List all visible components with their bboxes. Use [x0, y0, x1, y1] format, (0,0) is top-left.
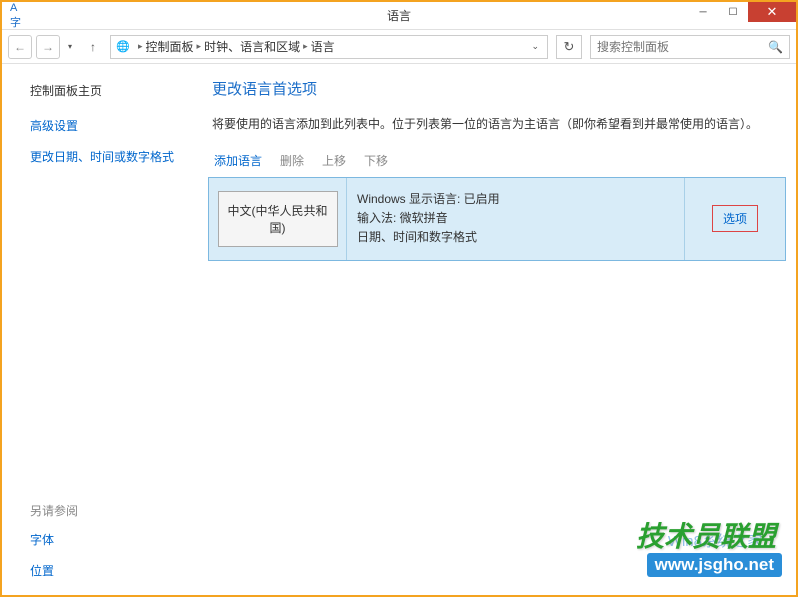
back-button[interactable]: ←: [8, 35, 32, 59]
search-input[interactable]: [597, 40, 768, 54]
breadcrumb-item[interactable]: 时钟、语言和区域: [204, 38, 300, 55]
titlebar: A字 语言 ─ ☐ ✕: [2, 2, 796, 30]
sidebar-home[interactable]: 控制面板主页: [30, 82, 206, 99]
search-box[interactable]: 🔍: [590, 35, 790, 59]
sidebar-link-location[interactable]: 位置: [30, 562, 206, 579]
add-language-button[interactable]: 添加语言: [214, 152, 262, 169]
window-title: 语言: [387, 7, 411, 24]
up-button[interactable]: ↑: [83, 37, 103, 57]
ime-line: 输入法: 微软拼音: [357, 209, 674, 228]
breadcrumb-item[interactable]: 语言: [311, 38, 335, 55]
remove-button[interactable]: 删除: [280, 152, 304, 169]
options-link[interactable]: 选项: [712, 205, 758, 232]
window-controls: ─ ☐ ✕: [688, 2, 796, 22]
page-description: 将要使用的语言添加到此列表中。位于列表第一位的语言为主语言（即你希望看到并最常使…: [212, 115, 780, 132]
page-title: 更改语言首选项: [212, 78, 786, 99]
app-icon: A字: [10, 8, 26, 24]
sidebar-link-date-format[interactable]: 更改日期、时间或数字格式: [30, 148, 206, 165]
language-row[interactable]: 中文(中华人民共和国) Windows 显示语言: 已启用 输入法: 微软拼音 …: [208, 177, 786, 261]
breadcrumb[interactable]: 🌐 ▸ 控制面板 ▸ 时钟、语言和区域 ▸ 语言 ⌄: [110, 35, 548, 59]
language-details: Windows 显示语言: 已启用 输入法: 微软拼音 日期、时间和数字格式: [347, 178, 685, 260]
sidebar-link-advanced[interactable]: 高级设置: [30, 117, 206, 134]
move-down-button[interactable]: 下移: [364, 152, 388, 169]
chevron-right-icon: ▸: [303, 41, 308, 52]
refresh-button[interactable]: ↻: [556, 35, 582, 59]
breadcrumb-dropdown-icon[interactable]: ⌄: [531, 41, 543, 52]
chevron-right-icon: ▸: [197, 41, 202, 52]
maximize-button[interactable]: ☐: [718, 2, 748, 22]
minimize-button[interactable]: ─: [688, 2, 718, 22]
format-line: 日期、时间和数字格式: [357, 228, 674, 247]
history-dropdown[interactable]: ▾: [64, 37, 76, 57]
sidebar: 控制面板主页 高级设置 更改日期、时间或数字格式 另请参阅 字体 位置: [2, 64, 206, 593]
chevron-right-icon: ▸: [138, 41, 143, 52]
language-name: 中文(中华人民共和国): [218, 191, 338, 247]
sidebar-link-fonts[interactable]: 字体: [30, 531, 206, 548]
search-icon[interactable]: 🔍: [768, 40, 783, 54]
body-area: 控制面板主页 高级设置 更改日期、时间或数字格式 另请参阅 字体 位置 更改语言…: [2, 64, 796, 593]
main-content: 更改语言首选项 将要使用的语言添加到此列表中。位于列表第一位的语言为主语言（即你…: [206, 64, 796, 593]
control-panel-icon: 🌐: [115, 39, 131, 55]
language-name-cell: 中文(中华人民共和国): [209, 178, 347, 260]
language-action-cell: 选项: [685, 178, 785, 260]
breadcrumb-item[interactable]: 控制面板: [146, 38, 194, 55]
sidebar-see-also-label: 另请参阅: [30, 502, 206, 519]
navbar: ← → ▾ ↑ 🌐 ▸ 控制面板 ▸ 时钟、语言和区域 ▸ 语言 ⌄ ↻ 🔍: [2, 30, 796, 64]
close-button[interactable]: ✕: [748, 2, 796, 22]
forward-button[interactable]: →: [36, 35, 60, 59]
toolbar: 添加语言 删除 上移 下移: [206, 152, 786, 177]
display-language-line: Windows 显示语言: 已启用: [357, 190, 674, 209]
move-up-button[interactable]: 上移: [322, 152, 346, 169]
